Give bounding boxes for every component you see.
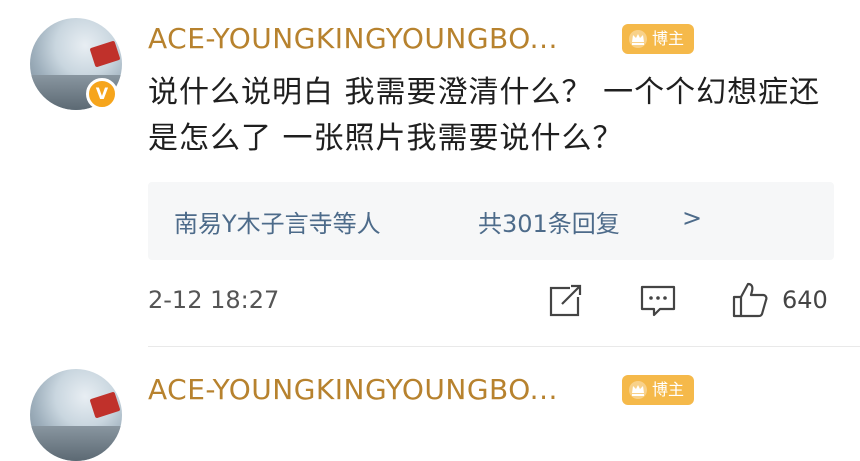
replies-users[interactable]: 南易Y木子言寺等人 [174,204,381,239]
username[interactable]: ACE-YOUNGKINGYOUNGBO... [148,373,558,406]
avatar-flag [89,40,121,68]
blogger-badge-label: 博主 [652,29,685,48]
comment-item: ACE-YOUNGKINGYOUNGBO... 博主 [0,347,860,461]
comment-time: 2-12 18:27 [148,286,280,314]
comment-icon[interactable] [638,280,678,320]
avatar-flag [89,391,121,419]
crown-icon [629,381,647,399]
verified-badge: V [86,78,118,110]
replies-box[interactable]: 南易Y木子言寺等人 共301条回复 > [148,182,834,260]
chevron-right-icon[interactable]: > [682,204,702,232]
blogger-badge: 博主 [622,24,694,54]
avatar-ground [30,426,122,461]
comment-text: 说什么说明白 我需要澄清什么？ 一个个幻想症还是怎么了 一张照片我需要说什么？ [148,75,821,156]
avatar[interactable] [30,369,122,461]
replies-count[interactable]: 共301条回复 [478,204,620,239]
blogger-badge-label: 博主 [652,380,685,399]
crown-icon [629,30,647,48]
comment-item: V ACE-YOUNGKINGYOUNGBO... 博主 说什么说明白 我需要澄… [0,0,860,347]
username[interactable]: ACE-YOUNGKINGYOUNGBO... [148,22,558,55]
blogger-badge: 博主 [622,375,694,405]
like-count: 640 [782,286,828,314]
like-icon[interactable] [730,280,770,320]
share-icon[interactable] [546,280,586,320]
